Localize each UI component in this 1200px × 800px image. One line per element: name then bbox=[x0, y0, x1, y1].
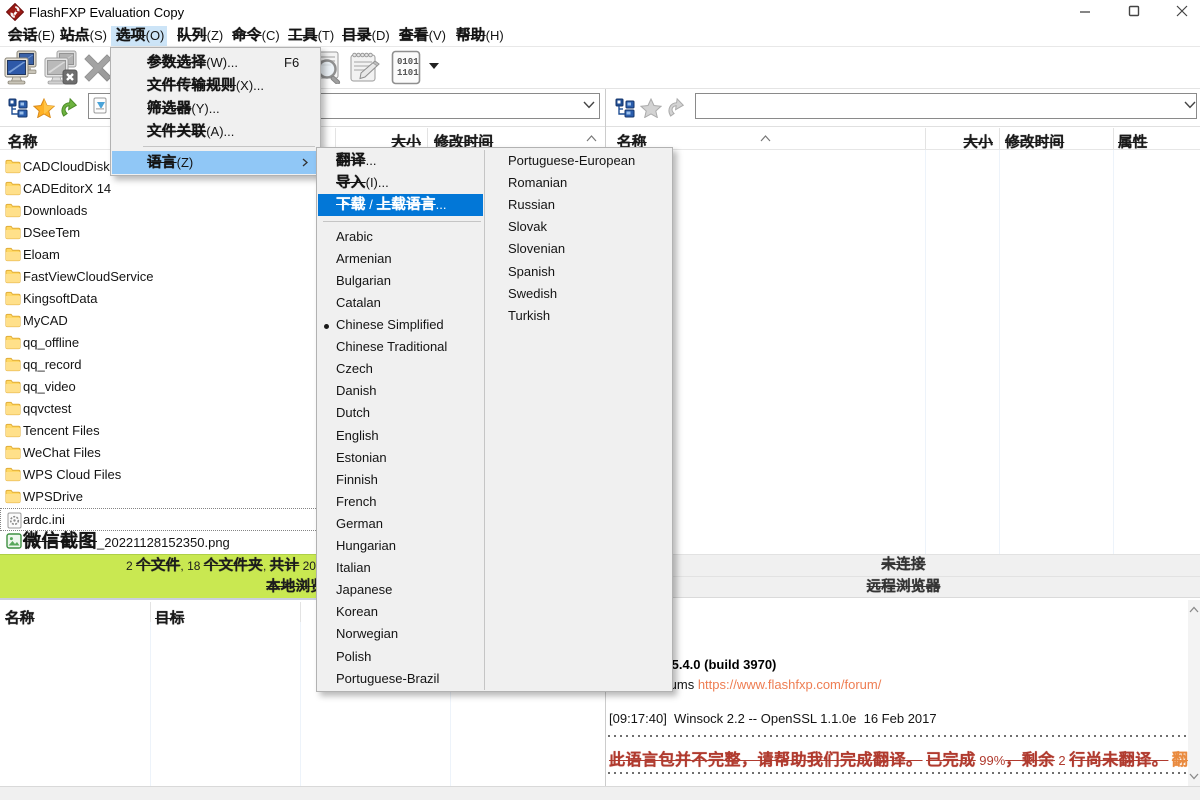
svg-text:1101: 1101 bbox=[397, 68, 419, 78]
svg-text:0101: 0101 bbox=[397, 57, 419, 67]
